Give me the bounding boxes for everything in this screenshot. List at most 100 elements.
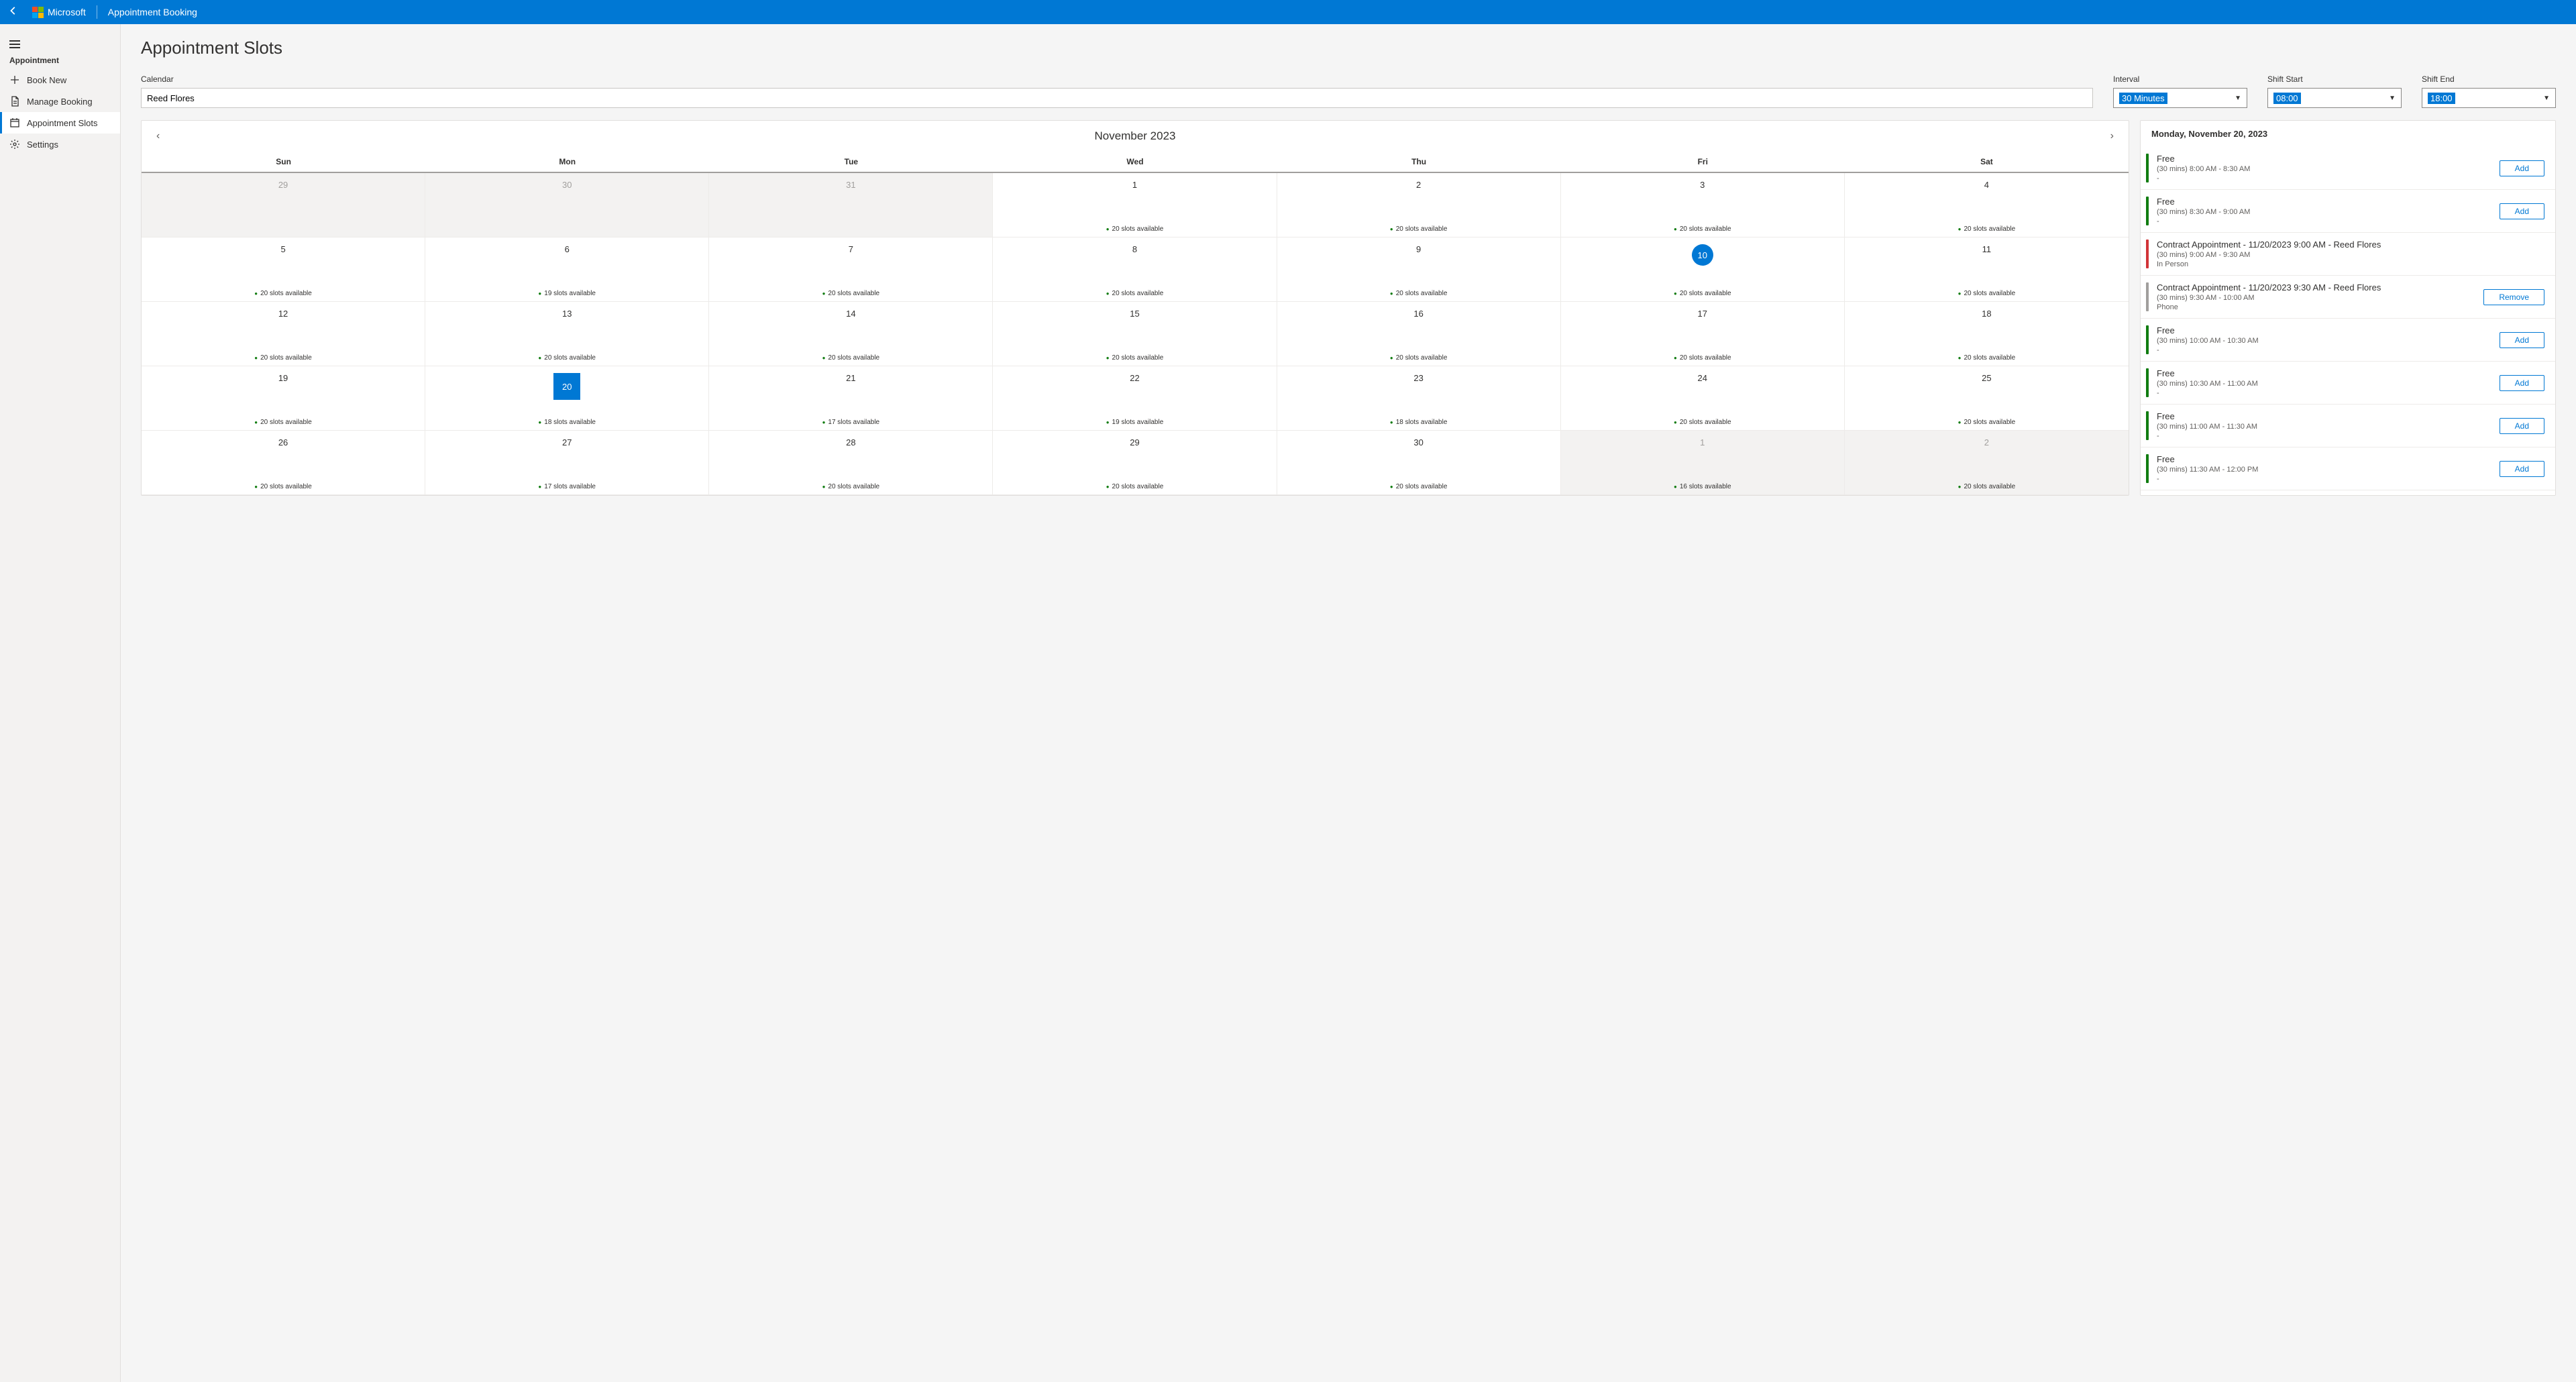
- calendar-day-cell[interactable]: 1320 slots available: [425, 302, 709, 366]
- slot-row: Contract Appointment - 11/20/2023 9:00 A…: [2141, 233, 2555, 276]
- slot-add-button[interactable]: Add: [2500, 332, 2544, 348]
- calendar-day-cell[interactable]: 1 16 slots available: [1561, 431, 1845, 495]
- sidebar: Appointment Book NewManage BookingAppoin…: [0, 24, 121, 1382]
- calendar-availability: 16 slots available: [1561, 483, 1844, 490]
- calendar-day-cell[interactable]: 2117 slots available: [709, 366, 993, 431]
- slot-add-button[interactable]: Add: [2500, 160, 2544, 176]
- calendar-day-number: 20: [428, 373, 706, 400]
- calendar-day-cell[interactable]: 31: [709, 173, 993, 237]
- calendar-day-cell[interactable]: 920 slots available: [1277, 237, 1561, 302]
- calendar-day-cell[interactable]: 220 slots available: [1845, 431, 2129, 495]
- slot-add-button[interactable]: Add: [2500, 461, 2544, 477]
- slot-add-button[interactable]: Add: [2500, 418, 2544, 434]
- slots-list[interactable]: Free(30 mins) 8:00 AM - 8:30 AM-AddFree(…: [2141, 147, 2555, 495]
- calendar-availability: 20 slots available: [1845, 419, 2129, 426]
- calendar-day-number: 29: [996, 437, 1273, 447]
- slot-time: (30 mins) 11:30 AM - 12:00 PM: [2157, 466, 2491, 474]
- calendar-day-cell[interactable]: 3020 slots available: [1277, 431, 1561, 495]
- calendar-day-cell[interactable]: 1920 slots available: [142, 366, 425, 431]
- calendar-day-number: 13: [428, 309, 706, 319]
- calendar-day-cell[interactable]: 1220 slots available: [142, 302, 425, 366]
- slot-time: (30 mins) 9:00 AM - 9:30 AM: [2157, 251, 2544, 259]
- calendar-day-cell[interactable]: 30: [425, 173, 709, 237]
- calendar-day-number: 4: [1847, 180, 2126, 190]
- calendar-day-number: 29: [144, 180, 422, 190]
- slot-remove-button[interactable]: Remove: [2483, 289, 2544, 305]
- sidebar-item-settings[interactable]: Settings: [0, 134, 120, 155]
- calendar-day-number: 1: [1564, 437, 1841, 447]
- calendar-day-number: 23: [1280, 373, 1558, 383]
- calendar-day-cell[interactable]: 2620 slots available: [142, 431, 425, 495]
- calendar-header: ‹ November 2023 ›: [142, 121, 2129, 152]
- shift-start-select[interactable]: 08:00 ▼: [2267, 88, 2402, 108]
- calendar-availability: 20 slots available: [1561, 354, 1844, 362]
- slot-title: Free: [2157, 154, 2491, 164]
- calendar-day-number: 9: [1280, 244, 1558, 254]
- calendar-day-number: 11: [1847, 244, 2126, 254]
- calendar-day-cell[interactable]: 2318 slots available: [1277, 366, 1561, 431]
- brand-logo: Microsoft: [32, 7, 86, 18]
- calendar-day-cell[interactable]: 2 20 slots available: [1277, 173, 1561, 237]
- slot-time: (30 mins) 8:00 AM - 8:30 AM: [2157, 165, 2491, 173]
- calendar-day-cell[interactable]: 2717 slots available: [425, 431, 709, 495]
- slot-time: (30 mins) 10:30 AM - 11:00 AM: [2157, 380, 2491, 388]
- calendar-next-button[interactable]: ›: [2105, 127, 2119, 145]
- interval-select[interactable]: 30 Minutes ▼: [2113, 88, 2247, 108]
- calendar-availability: 20 slots available: [1845, 290, 2129, 297]
- slot-status-bar: [2146, 197, 2149, 225]
- calendar-day-cell[interactable]: 520 slots available: [142, 237, 425, 302]
- calendar-dow-cell: Tue: [709, 152, 993, 172]
- calendar-day-number: 30: [428, 180, 706, 190]
- slot-title: Free: [2157, 368, 2491, 378]
- calendar-day-number: 15: [996, 309, 1273, 319]
- slot-add-button[interactable]: Add: [2500, 203, 2544, 219]
- shift-end-select[interactable]: 18:00 ▼: [2422, 88, 2556, 108]
- calendar-prev-button[interactable]: ‹: [151, 127, 165, 145]
- chevron-down-icon: ▼: [2235, 95, 2241, 102]
- calendar-day-cell[interactable]: 1520 slots available: [993, 302, 1277, 366]
- calendar-day-cell[interactable]: 29 20 slots available: [993, 431, 1277, 495]
- calendar-day-cell[interactable]: 2018 slots available: [425, 366, 709, 431]
- calendar-day-cell[interactable]: 4 20 slots available: [1845, 173, 2129, 237]
- hamburger-button[interactable]: [0, 28, 120, 49]
- sidebar-item-label: Book New: [27, 75, 66, 85]
- calendar-day-cell[interactable]: 1620 slots available: [1277, 302, 1561, 366]
- calendar-availability: 20 slots available: [993, 483, 1276, 490]
- calendar-day-cell[interactable]: 1 20 slots available: [993, 173, 1277, 237]
- calendar-availability: 20 slots available: [1277, 225, 1560, 233]
- calendar-day-cell[interactable]: 2820 slots available: [709, 431, 993, 495]
- calendar-day-cell[interactable]: 320 slots available: [1561, 173, 1845, 237]
- sidebar-item-appointment-slots[interactable]: Appointment Slots: [0, 112, 120, 134]
- calendar-day-cell[interactable]: 2219 slots available: [993, 366, 1277, 431]
- calendar-availability: 20 slots available: [1845, 225, 2129, 233]
- calendar-day-number: 1: [996, 180, 1273, 190]
- slot-row: Free(30 mins) 10:00 AM - 10:30 AM-Add: [2141, 319, 2555, 362]
- calendar-day-cell[interactable]: 720 slots available: [709, 237, 993, 302]
- calendar-input[interactable]: [141, 88, 2093, 108]
- calendar-day-cell[interactable]: 1020 slots available: [1561, 237, 1845, 302]
- calendar-day-cell[interactable]: 619 slots available: [425, 237, 709, 302]
- calendar-day-number: 6: [428, 244, 706, 254]
- sidebar-item-manage-booking[interactable]: Manage Booking: [0, 91, 120, 112]
- sidebar-item-label: Appointment Slots: [27, 118, 98, 128]
- calendar-day-cell[interactable]: 820 slots available: [993, 237, 1277, 302]
- calendar-availability: 20 slots available: [993, 225, 1276, 233]
- calendar-day-cell[interactable]: 11 20 slots available: [1845, 237, 2129, 302]
- calendar-day-cell[interactable]: 1720 slots available: [1561, 302, 1845, 366]
- slot-location: -: [2157, 389, 2491, 397]
- slot-location: Phone: [2157, 303, 2475, 311]
- calendar-dow-cell: Thu: [1277, 152, 1561, 172]
- hamburger-icon: [9, 40, 20, 42]
- calendar-day-number: 22: [996, 373, 1273, 383]
- calendar-day-number: 2: [1280, 180, 1558, 190]
- sidebar-item-book-new[interactable]: Book New: [0, 69, 120, 91]
- calendar-day-cell[interactable]: 1820 slots available: [1845, 302, 2129, 366]
- slot-add-button[interactable]: Add: [2500, 375, 2544, 391]
- calendar-day-cell[interactable]: 29: [142, 173, 425, 237]
- back-button[interactable]: [5, 6, 21, 19]
- calendar-day-cell[interactable]: 1420 slots available: [709, 302, 993, 366]
- calendar-day-cell[interactable]: 2520 slots available: [1845, 366, 2129, 431]
- slot-location: In Person: [2157, 260, 2544, 268]
- calendar-day-cell[interactable]: 2420 slots available: [1561, 366, 1845, 431]
- slot-location: -: [2157, 174, 2491, 182]
